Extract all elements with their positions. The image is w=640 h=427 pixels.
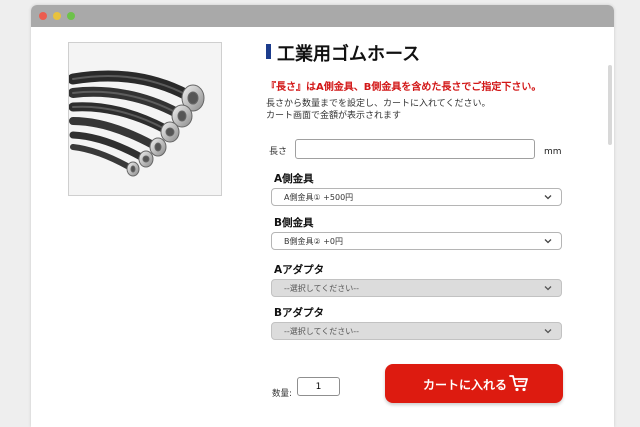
- length-notice: 『長さ』はA側金具、B側金具を含めた長さでご指定下さい。: [266, 82, 542, 93]
- chevron-down-icon: [544, 239, 552, 244]
- rubber-hose-image: [67, 70, 205, 177]
- window-titlebar: [31, 5, 614, 27]
- b-fitting-label: B側金具: [274, 217, 314, 229]
- a-fitting-selected-value: A側金具① +500円: [284, 193, 354, 202]
- product-image: [67, 42, 222, 196]
- b-fitting-selected-value: B側金具② +0円: [284, 237, 343, 246]
- chevron-down-icon: [544, 329, 552, 334]
- title-accent-bar: [266, 44, 271, 59]
- quantity-input[interactable]: [297, 377, 340, 396]
- b-adapter-select[interactable]: --選択してください--: [271, 322, 562, 340]
- a-fitting-select[interactable]: A側金具① +500円: [271, 188, 562, 206]
- instruction-text: カート画面で金額が表示されます: [266, 111, 402, 121]
- chevron-down-icon: [544, 286, 552, 291]
- page-title: 工業用ゴムホース: [277, 44, 421, 65]
- length-label: 長さ: [269, 147, 288, 157]
- b-adapter-selected-value: --選択してください--: [284, 327, 360, 336]
- add-to-cart-label: カートに入れる: [423, 378, 508, 392]
- quantity-label: 数量:: [272, 389, 292, 399]
- minimize-window-dot[interactable]: [53, 12, 61, 20]
- browser-window: 工業用ゴムホース 『長さ』はA側金具、B側金具を含めた長さでご指定下さい。 長さ…: [31, 5, 614, 427]
- a-adapter-select[interactable]: --選択してください--: [271, 279, 562, 297]
- a-fitting-label: A側金具: [274, 173, 314, 185]
- close-window-dot[interactable]: [39, 12, 47, 20]
- maximize-window-dot[interactable]: [67, 12, 75, 20]
- b-fitting-select[interactable]: B側金具② +0円: [271, 232, 562, 250]
- a-adapter-label: Aアダプタ: [274, 264, 325, 276]
- chevron-down-icon: [544, 195, 552, 200]
- scrollbar[interactable]: [608, 65, 612, 145]
- b-adapter-label: Bアダプタ: [274, 307, 325, 319]
- add-to-cart-button[interactable]: カートに入れる: [385, 364, 563, 403]
- length-unit: mm: [544, 147, 562, 157]
- cart-icon: [509, 375, 528, 392]
- length-input[interactable]: [295, 139, 535, 159]
- a-adapter-selected-value: --選択してください--: [284, 284, 360, 293]
